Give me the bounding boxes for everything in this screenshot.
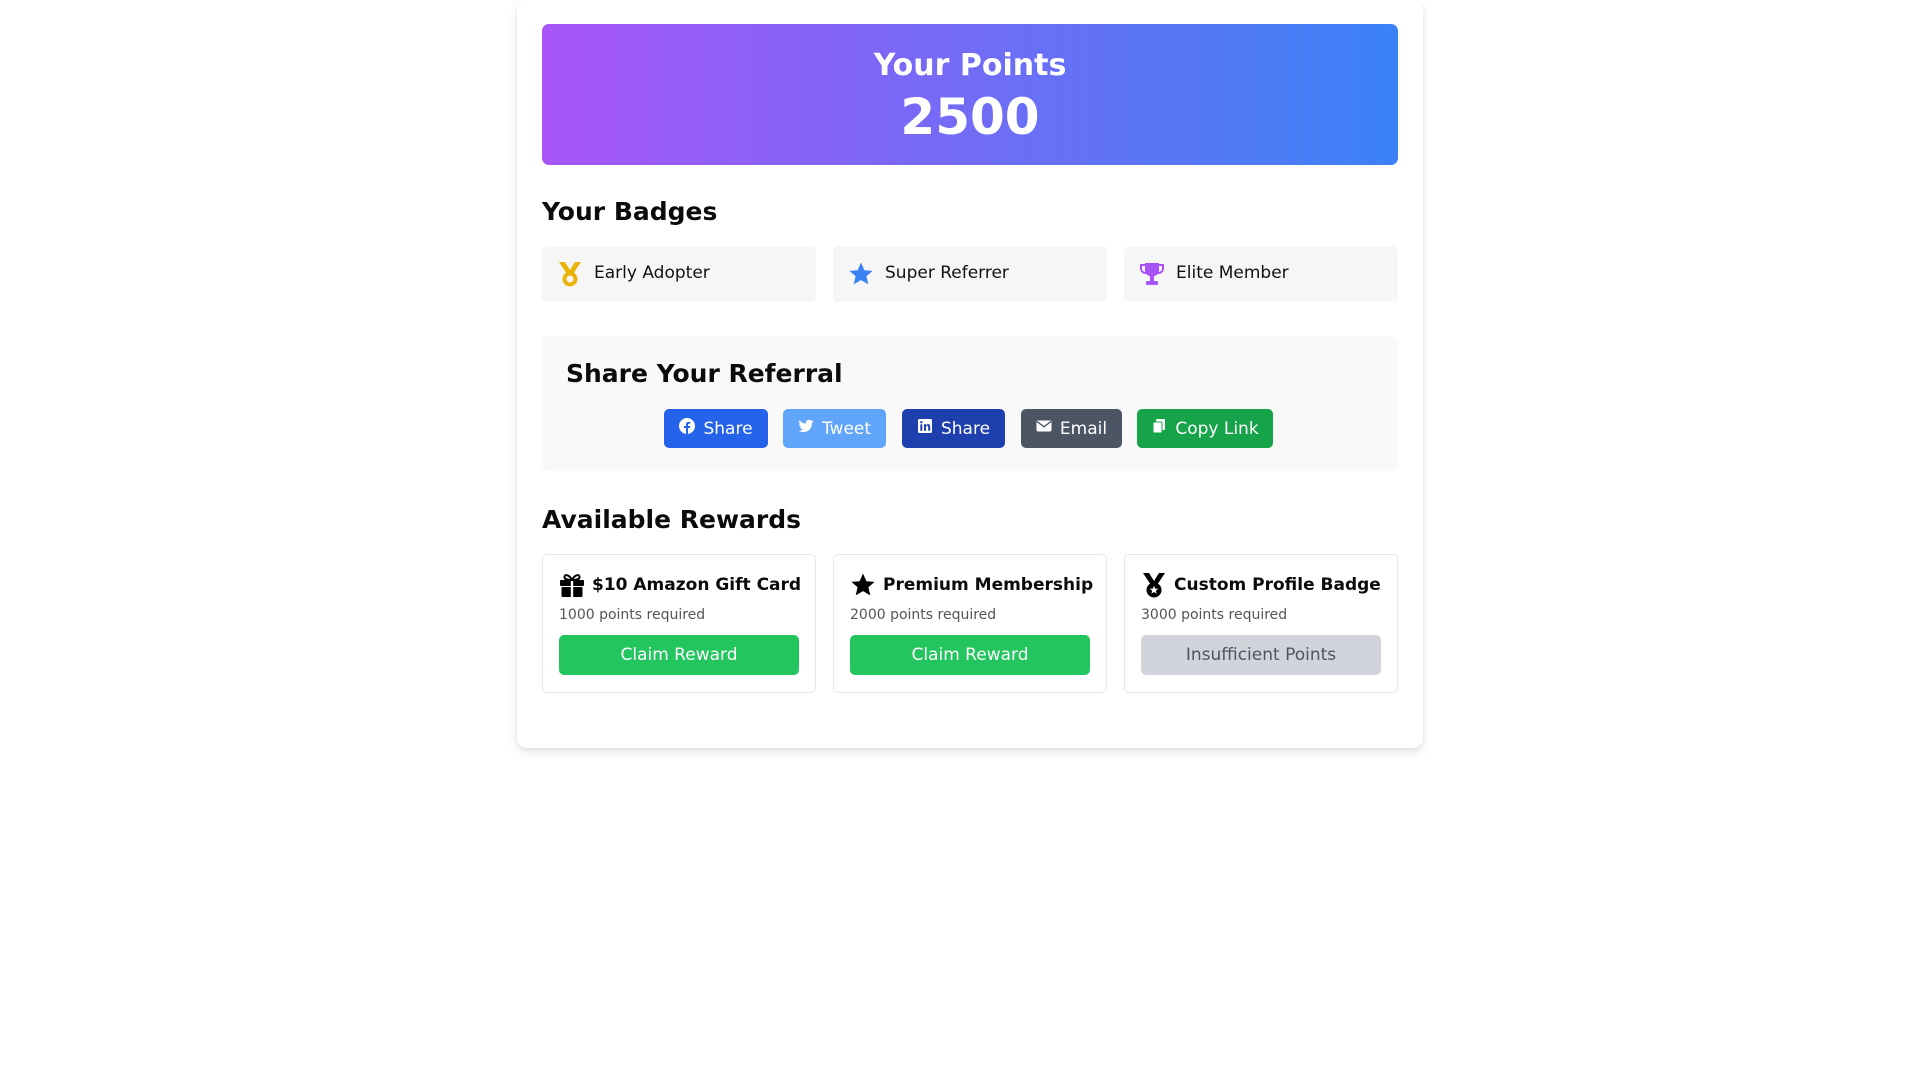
insufficient-points-button[interactable]: Insufficient Points — [1141, 635, 1381, 675]
button-label: Share — [703, 418, 753, 439]
badges-heading: Your Badges — [542, 197, 718, 226]
reward-title: Premium Membership — [883, 575, 1094, 595]
button-label: Email — [1059, 418, 1108, 439]
reward-card-premium-membership: Premium Membership 2000 points required … — [833, 554, 1107, 693]
reward-points-required: 1000 points required — [559, 607, 706, 623]
medal-icon — [1141, 572, 1167, 598]
reward-card-custom-profile-badge: Custom Profile Badge 3000 points require… — [1124, 554, 1398, 693]
reward-title: Custom Profile Badge — [1174, 575, 1381, 595]
button-label: Copy Link — [1175, 418, 1259, 439]
star-icon — [848, 261, 874, 287]
facebook-share-button[interactable]: Share — [664, 409, 768, 448]
badge-elite-member: Elite Member — [1124, 246, 1398, 302]
reward-title: $10 Amazon Gift Card — [592, 575, 802, 595]
reward-points-required: 3000 points required — [1141, 607, 1288, 623]
reward-card-gift-card: $10 Amazon Gift Card 1000 points require… — [542, 554, 816, 693]
facebook-icon — [679, 418, 696, 439]
share-panel — [542, 336, 1398, 471]
reward-points-required: 2000 points required — [850, 607, 997, 623]
envelope-icon — [1036, 418, 1052, 439]
twitter-icon — [798, 418, 814, 439]
email-share-button[interactable]: Email — [1021, 409, 1122, 448]
badge-label: Early Adopter — [594, 263, 710, 283]
copy-link-button[interactable]: Copy Link — [1137, 409, 1273, 448]
badge-label: Super Referrer — [885, 263, 1009, 283]
star-icon — [850, 572, 876, 598]
rewards-heading: Available Rewards — [542, 505, 802, 534]
button-label: Tweet — [821, 418, 872, 439]
badge-early-adopter: Early Adopter — [542, 246, 816, 302]
points-label: Your Points — [873, 48, 1067, 83]
copy-icon — [1151, 418, 1167, 439]
claim-reward-button[interactable]: Claim Reward — [850, 635, 1090, 675]
trophy-icon — [1139, 261, 1165, 287]
badge-super-referrer: Super Referrer — [833, 246, 1107, 302]
medal-icon — [557, 261, 583, 287]
linkedin-share-button[interactable]: Share — [902, 409, 1005, 448]
linkedin-icon — [917, 418, 933, 439]
claim-reward-button[interactable]: Claim Reward — [559, 635, 799, 675]
badge-label: Elite Member — [1176, 263, 1289, 283]
button-label: Share — [940, 418, 991, 439]
points-banner: Your Points 2500 — [542, 24, 1398, 165]
twitter-tweet-button[interactable]: Tweet — [783, 409, 886, 448]
points-value: 2500 — [900, 88, 1040, 146]
share-heading: Share Your Referral — [566, 359, 843, 388]
gift-icon — [559, 572, 585, 598]
